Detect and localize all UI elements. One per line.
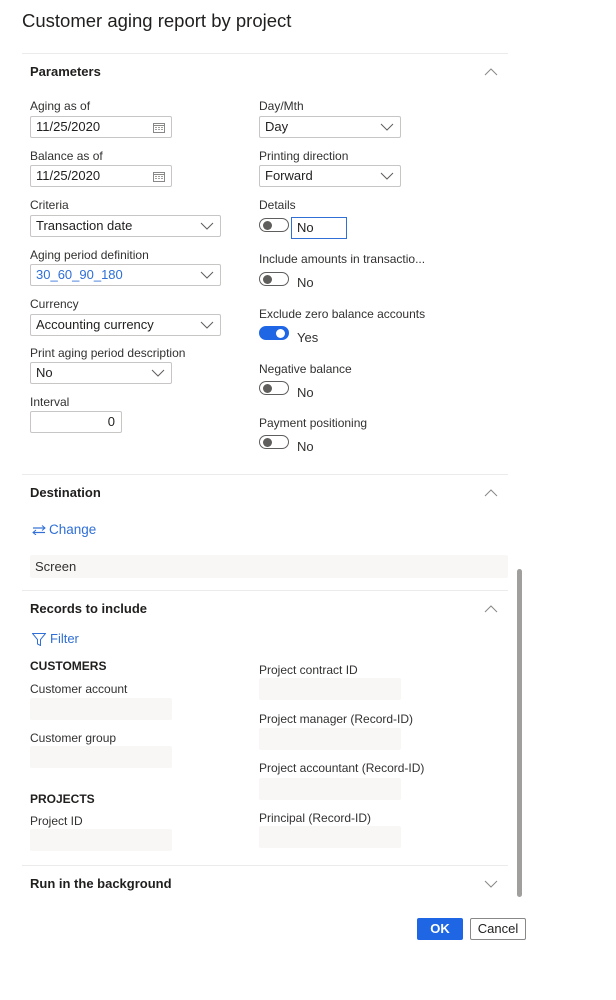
- change-label: Change: [49, 522, 97, 537]
- chevron-down-icon: [200, 321, 214, 329]
- customer-group-label: Customer group: [30, 731, 117, 745]
- chevron-up-icon[interactable]: [484, 67, 498, 77]
- criteria-select[interactable]: Transaction date: [30, 215, 221, 237]
- exclude-zero-balance-toggle[interactable]: [259, 326, 289, 340]
- printing-direction-select[interactable]: Forward: [259, 165, 401, 187]
- payment-positioning-toggle[interactable]: [259, 435, 289, 449]
- parameters-title: Parameters: [30, 64, 101, 79]
- interval-input[interactable]: 0: [30, 411, 122, 433]
- criteria-label: Criteria: [30, 198, 69, 212]
- destination-title: Destination: [30, 485, 101, 500]
- day-mth-select[interactable]: Day: [259, 116, 401, 138]
- aging-period-definition-label: Aging period definition: [30, 248, 149, 262]
- chevron-down-icon: [200, 222, 214, 230]
- payment-positioning-value: No: [297, 439, 314, 454]
- toggle-knob: [263, 438, 272, 447]
- currency-label: Currency: [30, 297, 79, 311]
- details-label: Details: [259, 198, 296, 212]
- aging-as-of-label: Aging as of: [30, 99, 91, 113]
- background-title: Run in the background: [30, 876, 172, 891]
- details-value-box[interactable]: No: [291, 217, 347, 239]
- customers-heading: CUSTOMERS: [30, 659, 107, 673]
- chevron-up-icon[interactable]: [484, 488, 498, 498]
- aging-as-of-input[interactable]: 11/25/2020: [30, 116, 172, 138]
- day-mth-value: Day: [265, 119, 289, 134]
- include-amounts-toggle[interactable]: [259, 272, 289, 286]
- project-accountant-field[interactable]: [259, 778, 401, 800]
- toggle-knob: [263, 221, 272, 230]
- calendar-icon[interactable]: [153, 171, 165, 182]
- records-title: Records to include: [30, 601, 148, 616]
- toggle-knob: [263, 384, 272, 393]
- chevron-down-icon[interactable]: [484, 879, 498, 889]
- exclude-zero-balance-label: Exclude zero balance accounts: [259, 307, 426, 321]
- include-amounts-label: Include amounts in transactio...: [259, 252, 426, 266]
- payment-positioning-label: Payment positioning: [259, 416, 368, 430]
- print-aging-period-description-value: No: [36, 365, 53, 380]
- chevron-down-icon: [380, 123, 394, 131]
- project-contract-id-label: Project contract ID: [259, 663, 358, 677]
- project-id-label: Project ID: [30, 814, 83, 828]
- customer-group-field[interactable]: [30, 746, 172, 768]
- details-value: No: [297, 220, 314, 235]
- aging-period-definition-value[interactable]: 30_60_90_180: [36, 267, 123, 282]
- printing-direction-value: Forward: [265, 168, 313, 183]
- day-mth-label: Day/Mth: [259, 99, 304, 113]
- balance-as-of-value: 11/25/2020: [36, 168, 101, 183]
- toggle-knob: [276, 329, 285, 338]
- filter-icon: [32, 633, 46, 646]
- principal-field[interactable]: [259, 826, 401, 848]
- balance-as-of-input[interactable]: 11/25/2020: [30, 165, 172, 187]
- print-aging-period-description-select[interactable]: No: [30, 362, 172, 384]
- printing-direction-label: Printing direction: [259, 149, 349, 163]
- aging-period-definition-select[interactable]: 30_60_90_180: [30, 264, 221, 286]
- print-aging-period-description-label: Print aging period description: [30, 346, 186, 360]
- principal-label: Principal (Record-ID): [259, 811, 372, 825]
- toggle-knob: [263, 275, 272, 284]
- currency-value: Accounting currency: [36, 317, 154, 332]
- interval-value: 0: [107, 414, 115, 429]
- ok-button[interactable]: OK: [417, 918, 463, 940]
- destination-header[interactable]: Destination: [22, 475, 508, 511]
- dialog-title: Customer aging report by project: [22, 10, 292, 31]
- aging-as-of-value: 11/25/2020: [36, 119, 101, 134]
- parameters-header[interactable]: Parameters: [22, 54, 508, 90]
- destination-value: Screen: [30, 555, 508, 578]
- project-manager-label: Project manager (Record-ID): [259, 712, 414, 726]
- project-accountant-label: Project accountant (Record-ID): [259, 761, 425, 775]
- projects-heading: PROJECTS: [30, 792, 95, 806]
- filter-label: Filter: [50, 631, 79, 646]
- currency-select[interactable]: Accounting currency: [30, 314, 221, 336]
- customer-account-label: Customer account: [30, 682, 128, 696]
- project-contract-id-field[interactable]: [259, 678, 401, 700]
- details-toggle[interactable]: [259, 218, 289, 232]
- balance-as-of-label: Balance as of: [30, 149, 103, 163]
- criteria-value: Transaction date: [36, 218, 133, 233]
- negative-balance-toggle[interactable]: [259, 381, 289, 395]
- project-id-field[interactable]: [30, 829, 172, 851]
- calendar-icon[interactable]: [153, 122, 165, 133]
- background-header[interactable]: Run in the background: [22, 866, 508, 900]
- negative-balance-value: No: [297, 385, 314, 400]
- scrollbar-thumb[interactable]: [517, 569, 522, 897]
- chevron-down-icon: [380, 172, 394, 180]
- exclude-zero-balance-value: Yes: [297, 330, 319, 345]
- swap-arrows-icon: [32, 525, 46, 535]
- project-manager-field[interactable]: [259, 728, 401, 750]
- customer-account-field[interactable]: [30, 698, 172, 720]
- cancel-button[interactable]: Cancel: [470, 918, 526, 940]
- chevron-down-icon: [200, 271, 214, 279]
- interval-label: Interval: [30, 395, 70, 409]
- records-header[interactable]: Records to include: [22, 591, 508, 623]
- negative-balance-label: Negative balance: [259, 362, 352, 376]
- chevron-down-icon: [151, 369, 165, 377]
- chevron-up-icon[interactable]: [484, 604, 498, 614]
- include-amounts-value: No: [297, 275, 314, 290]
